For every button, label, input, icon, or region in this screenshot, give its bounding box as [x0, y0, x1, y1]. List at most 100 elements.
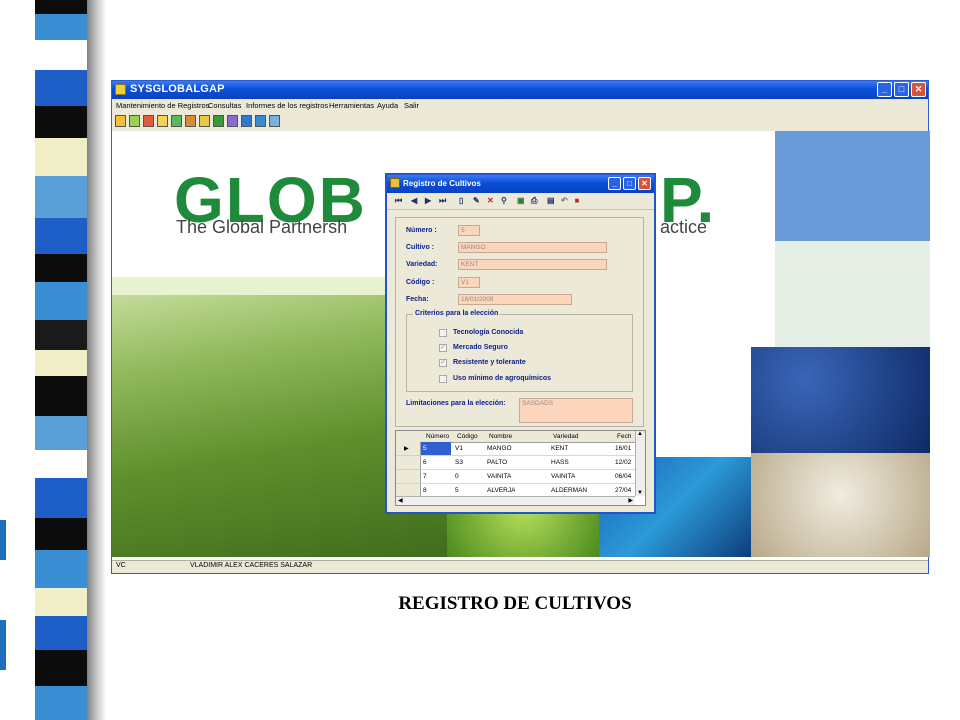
- row-header-1[interactable]: ▶: [396, 442, 421, 456]
- previous-record-icon[interactable]: ◀: [411, 196, 417, 205]
- save-icon[interactable]: ▤: [547, 196, 555, 205]
- current-row-marker: ▶: [404, 446, 409, 452]
- status-left: VC: [116, 562, 126, 569]
- row-header-2[interactable]: [396, 456, 421, 470]
- cell-codigo[interactable]: 0: [455, 473, 459, 480]
- exit-icon[interactable]: [269, 115, 280, 127]
- minimize-button[interactable]: _: [877, 82, 892, 97]
- resistente-checkbox[interactable]: ✓: [439, 359, 447, 367]
- limitaciones-field[interactable]: SASDADS: [519, 398, 633, 423]
- dialog-title: Registro de Cultivos: [403, 179, 481, 188]
- numero-field[interactable]: 5: [458, 225, 480, 236]
- col-numero[interactable]: Número: [426, 433, 449, 440]
- scroll-up-icon[interactable]: ▲: [637, 431, 643, 437]
- export-icon[interactable]: ▣: [517, 196, 525, 205]
- tool-icon[interactable]: [143, 115, 154, 127]
- cell-numero[interactable]: 7: [423, 473, 427, 480]
- stop-icon[interactable]: ⏹: [575, 196, 579, 205]
- sheep-image: [751, 453, 930, 557]
- document-icon[interactable]: [227, 115, 238, 127]
- report-icon[interactable]: [199, 115, 210, 127]
- cell-nombre[interactable]: PALTO: [487, 459, 507, 466]
- table-row[interactable]: 5 V1 MANGO KENT 16/01: [421, 442, 635, 456]
- mercado-label: Mercado Seguro: [453, 344, 508, 351]
- dialog-close-button[interactable]: ✕: [638, 177, 651, 190]
- cell-fecha[interactable]: 27/04: [615, 487, 631, 494]
- help-icon[interactable]: [255, 115, 266, 127]
- tecnologia-checkbox[interactable]: [439, 329, 447, 337]
- people-icon[interactable]: [213, 115, 224, 127]
- variedad-field[interactable]: KENT: [458, 259, 607, 270]
- menu-informes[interactable]: Informes de los registros: [246, 101, 328, 110]
- cultivo-icon[interactable]: [129, 115, 140, 127]
- cell-numero[interactable]: 6: [423, 459, 427, 466]
- package-icon[interactable]: [185, 115, 196, 127]
- cell-nombre[interactable]: VAINITA: [487, 473, 511, 480]
- dialog-minimize-button[interactable]: _: [608, 177, 621, 190]
- cell-fecha[interactable]: 12/02: [615, 459, 631, 466]
- dialog-maximize-button[interactable]: □: [623, 177, 636, 190]
- col-codigo[interactable]: Código: [457, 433, 478, 440]
- menu-bar: Mantenimiento de Registros Consultas Inf…: [112, 99, 928, 113]
- resistente-label: Resistente y tolerante: [453, 359, 526, 366]
- next-record-icon[interactable]: ▶: [425, 196, 431, 205]
- cell-variedad[interactable]: KENT: [551, 445, 568, 452]
- col-fecha[interactable]: Fech: [617, 433, 631, 440]
- agroquimicos-checkbox[interactable]: [439, 375, 447, 383]
- delete-icon[interactable]: ✕: [487, 196, 494, 205]
- dialog-titlebar[interactable]: Registro de Cultivos _ □ ✕: [387, 175, 654, 193]
- undo-icon[interactable]: ↶: [561, 196, 568, 205]
- cultivo-field[interactable]: MANGO: [458, 242, 607, 253]
- menu-mantenimiento[interactable]: Mantenimiento de Registros: [116, 101, 209, 110]
- cell-variedad[interactable]: VAINITA: [551, 473, 575, 480]
- table-row[interactable]: 7 0 VAINITA VAINITA 06/04: [421, 470, 635, 484]
- mercado-checkbox[interactable]: ✓: [439, 344, 447, 352]
- codigo-field[interactable]: V1: [458, 277, 480, 288]
- main-titlebar[interactable]: SYSGLOBALGAP _ □ ✕: [112, 81, 928, 99]
- dialog-toolbar: ⏮ ◀ ▶ ⏭ ▯ ✎ ✕ ⚲ ▣ ⎙ ▤ ↶ ⏹: [387, 193, 654, 210]
- table-row[interactable]: 6 S3 PALTO HASS 12/02: [421, 456, 635, 470]
- last-record-icon[interactable]: ⏭: [439, 196, 446, 205]
- search-icon[interactable]: ⚲: [501, 196, 507, 205]
- folder-icon[interactable]: [157, 115, 168, 127]
- print-icon[interactable]: ⎙: [531, 196, 537, 205]
- cell-nombre[interactable]: ALVERJA: [487, 487, 515, 494]
- scroll-left-icon[interactable]: ◀: [398, 497, 403, 504]
- cell-numero[interactable]: 5: [421, 442, 451, 455]
- cell-variedad[interactable]: ALDERMAN: [551, 487, 587, 494]
- app-icon: [115, 84, 126, 95]
- blue-tile: [775, 131, 930, 241]
- chart-icon[interactable]: [171, 115, 182, 127]
- cell-variedad[interactable]: HASS: [551, 459, 569, 466]
- col-nombre[interactable]: Nombre: [489, 433, 512, 440]
- fecha-field[interactable]: 16/01/2008: [458, 294, 572, 305]
- row-header-3[interactable]: [396, 470, 421, 484]
- dialog-icon: [390, 178, 400, 188]
- menu-salir[interactable]: Salir: [404, 101, 419, 110]
- cultivos-grid[interactable]: Número Código Nombre Variedad Fech ▶ 5 V…: [395, 430, 646, 506]
- cell-codigo[interactable]: S3: [455, 459, 463, 466]
- scroll-right-icon[interactable]: ▶: [628, 497, 633, 504]
- menu-consultas[interactable]: Consultas: [208, 101, 241, 110]
- cell-fecha[interactable]: 06/04: [615, 473, 631, 480]
- edit-icon[interactable]: ✎: [473, 196, 480, 205]
- cell-nombre[interactable]: MANGO: [487, 445, 512, 452]
- cell-numero[interactable]: 8: [423, 487, 427, 494]
- cell-codigo[interactable]: 5: [455, 487, 459, 494]
- scroll-down-icon[interactable]: ▼: [637, 490, 643, 496]
- menu-herramientas[interactable]: Herramientas: [329, 101, 374, 110]
- close-button[interactable]: ✕: [911, 82, 926, 97]
- col-variedad[interactable]: Variedad: [553, 433, 579, 440]
- new-icon[interactable]: ▯: [459, 196, 463, 205]
- maximize-button[interactable]: □: [894, 82, 909, 97]
- grid-horizontal-scrollbar[interactable]: ◀ ▶: [396, 496, 635, 505]
- menu-ayuda[interactable]: Ayuda: [377, 101, 398, 110]
- grid-vertical-scrollbar[interactable]: ▲ ▼: [635, 431, 645, 496]
- registro-cultivos-dialog: Registro de Cultivos _ □ ✕ ⏮ ◀ ▶ ⏭ ▯ ✎ ✕…: [385, 173, 656, 514]
- globe-icon[interactable]: [241, 115, 252, 127]
- cell-codigo[interactable]: V1: [455, 445, 463, 452]
- limitaciones-label: Limitaciones para la elección:: [406, 400, 506, 407]
- first-record-icon[interactable]: ⏮: [395, 196, 402, 205]
- registro-icon[interactable]: [115, 115, 126, 127]
- cell-fecha[interactable]: 16/01: [615, 445, 631, 452]
